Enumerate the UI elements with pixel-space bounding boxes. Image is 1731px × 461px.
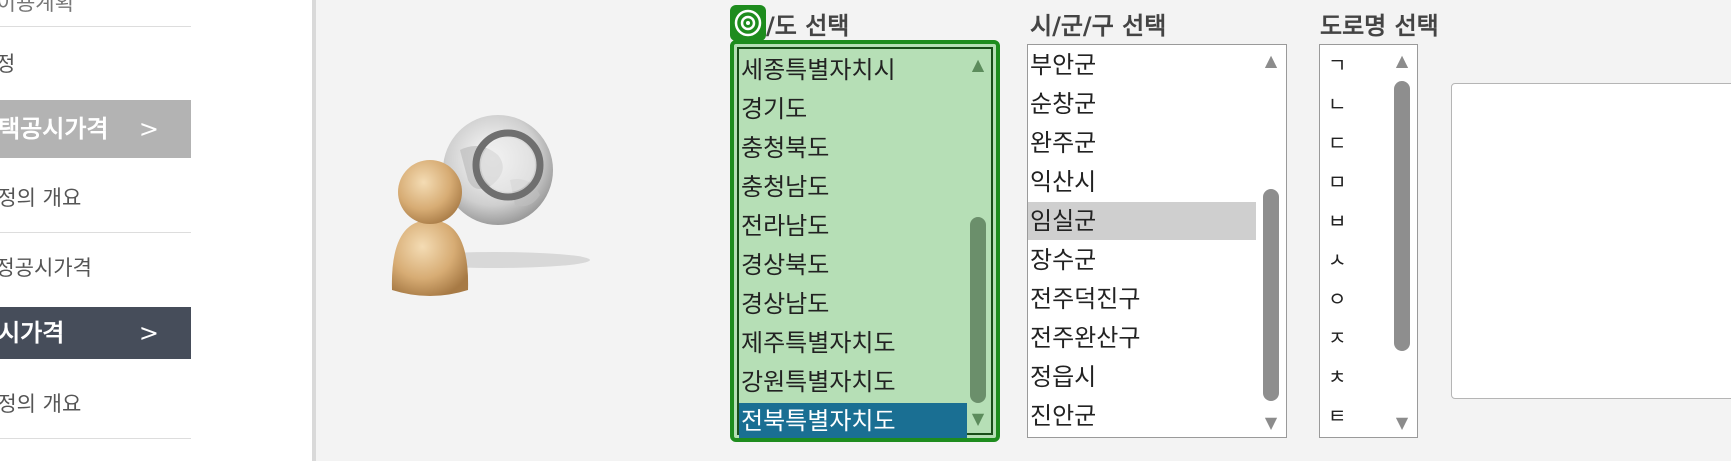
scroll-up-icon[interactable]: ▲ <box>972 57 984 73</box>
sidebar: 토지이용계획 정 주택공시가격 > 산정의 개요 결정공시가격 공시가격 > 산… <box>0 0 316 461</box>
list-item[interactable]: ㅊ <box>1328 358 1346 397</box>
divider <box>0 232 191 233</box>
list-item[interactable]: ㅁ <box>1328 163 1346 202</box>
sido-list-inner: 세종특별자치시 경기도 충청북도 충청남도 전라남도 경상북도 경상남도 제주특… <box>737 47 993 438</box>
list-item[interactable]: 강원특별자치도 <box>741 363 896 402</box>
sidebar-item[interactable]: 산정의 개요 <box>0 384 191 424</box>
scrollbar-thumb[interactable] <box>1394 81 1410 351</box>
scrollbar-thumb[interactable] <box>1263 189 1279 401</box>
list-item[interactable]: 정읍시 <box>1030 358 1096 397</box>
scroll-up-icon[interactable]: ▲ <box>1396 53 1408 69</box>
list-item[interactable]: ㅌ <box>1328 397 1346 436</box>
divider <box>0 26 191 27</box>
sidebar-divider <box>312 0 316 461</box>
list-item[interactable]: 전주완산구 <box>1030 319 1140 358</box>
sidebar-item[interactable]: 결정공시가격 <box>0 248 191 288</box>
person-magnifier-icon <box>380 110 600 310</box>
list-item[interactable]: 경기도 <box>741 90 807 129</box>
list-item[interactable]: 전라남도 <box>741 207 829 246</box>
list-item[interactable]: ㅅ <box>1328 241 1346 280</box>
sidebar-item-housing-price[interactable]: 주택공시가격 > <box>0 100 191 158</box>
sido-listbox[interactable]: 세종특별자치시 경기도 충청북도 충청남도 전라남도 경상북도 경상남도 제주특… <box>730 40 1000 442</box>
sigungu-header: 시/군/구 선택 <box>1030 12 1167 40</box>
sidebar-item-label: 토지이용계획 <box>0 0 74 15</box>
list-item-selected[interactable]: 임실군 <box>1030 202 1096 241</box>
sidebar-item-label: 주택공시가격 <box>0 115 109 143</box>
sidebar-item[interactable]: 산정의 개요 <box>0 178 191 218</box>
list-item[interactable]: ㅈ <box>1328 319 1346 358</box>
list-item[interactable]: 장수군 <box>1030 241 1096 280</box>
sidebar-item-label: 결정공시가격 <box>0 256 92 280</box>
list-item[interactable]: 제주특별자치도 <box>741 324 896 363</box>
sidebar-item[interactable]: 토지이용계획 <box>0 0 191 20</box>
scroll-down-icon[interactable]: ▼ <box>1265 415 1277 431</box>
sido-scrollbar[interactable]: ▲ ▼ <box>965 49 991 433</box>
list-item[interactable]: ㄱ <box>1328 46 1346 85</box>
list-item[interactable]: 부안군 <box>1030 46 1096 85</box>
sigungu-listbox[interactable]: 부안군 순창군 완주군 익산시 임실군 장수군 전주덕진구 전주완산구 정읍시 … <box>1027 44 1287 438</box>
list-item[interactable]: 경상북도 <box>741 246 829 285</box>
target-icon <box>730 5 766 41</box>
list-item[interactable]: ㅂ <box>1328 202 1346 241</box>
sidebar-item[interactable]: 정 <box>0 44 191 84</box>
list-item[interactable]: 완주군 <box>1030 124 1096 163</box>
divider <box>0 438 191 439</box>
list-item-selected[interactable]: 전북특별자치도 <box>741 402 896 438</box>
road-header: 도로명 선택 <box>1320 12 1439 40</box>
list-item[interactable]: ㄷ <box>1328 124 1346 163</box>
sido-header: /도 선택 <box>766 12 850 40</box>
scrollbar-thumb[interactable] <box>970 217 986 403</box>
list-item[interactable]: 충청북도 <box>741 129 829 168</box>
scroll-down-icon[interactable]: ▼ <box>1396 415 1408 431</box>
list-item[interactable]: 세종특별자치시 <box>741 51 896 90</box>
chevron-right-icon: > <box>138 319 159 347</box>
sidebar-item-public-price[interactable]: 공시가격 > <box>0 307 191 359</box>
scroll-up-icon[interactable]: ▲ <box>1265 53 1277 69</box>
list-item[interactable]: 충청남도 <box>741 168 829 207</box>
list-item[interactable]: ㅇ <box>1328 280 1346 319</box>
result-panel <box>1451 83 1731 399</box>
sigungu-scrollbar[interactable]: ▲ ▼ <box>1256 45 1286 437</box>
list-item[interactable]: 경상남도 <box>741 285 829 324</box>
sidebar-item-label: 산정의 개요 <box>0 392 82 416</box>
list-item[interactable]: 익산시 <box>1030 163 1096 202</box>
list-item[interactable]: 전주덕진구 <box>1030 280 1140 319</box>
sidebar-item-label: 정 <box>0 52 16 76</box>
list-item[interactable]: ㄴ <box>1328 85 1346 124</box>
scroll-down-icon[interactable]: ▼ <box>972 411 984 427</box>
sidebar-item-label: 산정의 개요 <box>0 186 82 210</box>
sidebar-item-label: 공시가격 <box>0 319 65 347</box>
list-item[interactable]: 순창군 <box>1030 85 1096 124</box>
road-listbox[interactable]: ㄱ ㄴ ㄷ ㅁ ㅂ ㅅ ㅇ ㅈ ㅊ ㅌ ▲ ▼ <box>1319 44 1418 438</box>
road-scrollbar[interactable]: ▲ ▼ <box>1387 45 1417 437</box>
list-item[interactable]: 진안군 <box>1030 397 1096 436</box>
chevron-right-icon: > <box>138 115 159 143</box>
